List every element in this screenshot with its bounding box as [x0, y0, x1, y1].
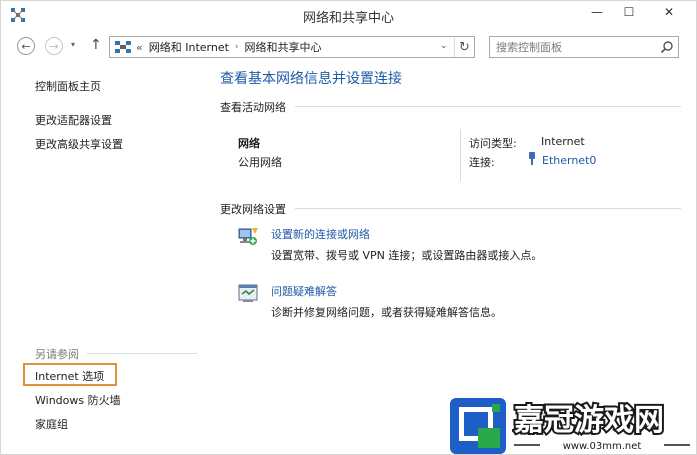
see-also-internet-options[interactable]: Internet 选项 [35, 368, 104, 384]
setup-new-connection-description: 设置宽带、拨号或 VPN 连接；或设置路由器或接入点。 [271, 249, 543, 262]
sidebar-item-control-panel-home[interactable]: 控制面板主页 [35, 78, 101, 94]
see-also-heading: 另请参阅 [35, 348, 79, 361]
address-bar[interactable]: « 网络和 Internet › 网络和共享中心 ⌄ ↻ [109, 36, 475, 58]
logo-url-text: www.03mm.net [563, 441, 642, 452]
network-category[interactable]: 公用网络 [238, 154, 282, 170]
ethernet-connection-link[interactable]: Ethernet0 [542, 154, 596, 167]
search-box[interactable] [489, 36, 679, 58]
up-button[interactable]: ↑ [90, 37, 102, 53]
breadcrumb-overflow[interactable]: « [136, 41, 143, 54]
sidebar-item-change-adapter-settings[interactable]: 更改适配器设置 [35, 112, 112, 128]
troubleshoot-icon [238, 284, 258, 302]
access-type-label: 访问类型: [469, 137, 517, 150]
recent-locations-dropdown[interactable]: ▾ [71, 40, 75, 49]
breadcrumb-network-internet[interactable]: 网络和 Internet [149, 39, 229, 55]
change-settings-divider [295, 208, 681, 209]
active-networks-heading: 查看活动网络 [220, 101, 286, 114]
logo-mark-icon [450, 398, 506, 454]
page-title: 查看基本网络信息并设置连接 [220, 71, 402, 87]
setup-new-connection-link[interactable]: 设置新的连接或网络 [271, 226, 370, 242]
change-settings-heading: 更改网络设置 [220, 203, 286, 216]
troubleshoot-problems-link[interactable]: 问题疑难解答 [271, 283, 337, 299]
network-sharing-center-window: 网络和共享中心 — ☐ ✕ ← → ▾ ↑ « 网络和 Internet › 网… [0, 0, 697, 455]
navigation-bar: ← → ▾ ↑ « 网络和 Internet › 网络和共享中心 ⌄ ↻ [1, 31, 696, 61]
access-type-value: Internet [541, 135, 585, 148]
back-button[interactable]: ← [17, 37, 35, 55]
see-also-windows-firewall[interactable]: Windows 防火墙 [35, 392, 121, 408]
search-input[interactable] [496, 39, 656, 55]
sidebar-item-change-advanced-sharing[interactable]: 更改高级共享设置 [35, 136, 123, 152]
breadcrumb-separator[interactable]: › [235, 42, 239, 52]
forward-button[interactable]: → [45, 37, 63, 55]
network-location-icon [115, 41, 131, 53]
search-icon[interactable] [660, 40, 674, 54]
active-networks-divider [295, 106, 681, 107]
network-name: 网络 [238, 137, 260, 150]
network-info-divider [460, 129, 461, 181]
breadcrumb-network-sharing-center[interactable]: 网络和共享中心 [245, 39, 322, 55]
minimize-button[interactable]: — [583, 1, 611, 23]
refresh-button[interactable]: ↻ [454, 37, 474, 57]
close-button[interactable]: ✕ [647, 1, 691, 23]
address-dropdown[interactable]: ⌄ [440, 41, 448, 51]
see-also-homegroup[interactable]: 家庭组 [35, 416, 68, 432]
title-bar: 网络和共享中心 — ☐ ✕ [1, 1, 696, 31]
see-also-divider [87, 353, 197, 354]
logo-title: 嘉冠游戏网 [512, 401, 666, 436]
logo-brand-text: 嘉冠游戏网 [514, 403, 664, 436]
troubleshoot-problems-description: 诊断并修复网络问题，或者获得疑难解答信息。 [271, 306, 502, 319]
connections-label: 连接: [469, 156, 495, 169]
logo-url: www.03mm.net [514, 441, 690, 452]
site-watermark-logo: 嘉冠游戏网 www.03mm.net [450, 398, 696, 455]
ethernet-icon [529, 152, 535, 165]
maximize-button[interactable]: ☐ [615, 1, 643, 23]
left-navigation-pane: 控制面板主页 更改适配器设置 更改高级共享设置 另请参阅 Internet 选项… [1, 61, 206, 454]
new-connection-icon [238, 228, 258, 245]
